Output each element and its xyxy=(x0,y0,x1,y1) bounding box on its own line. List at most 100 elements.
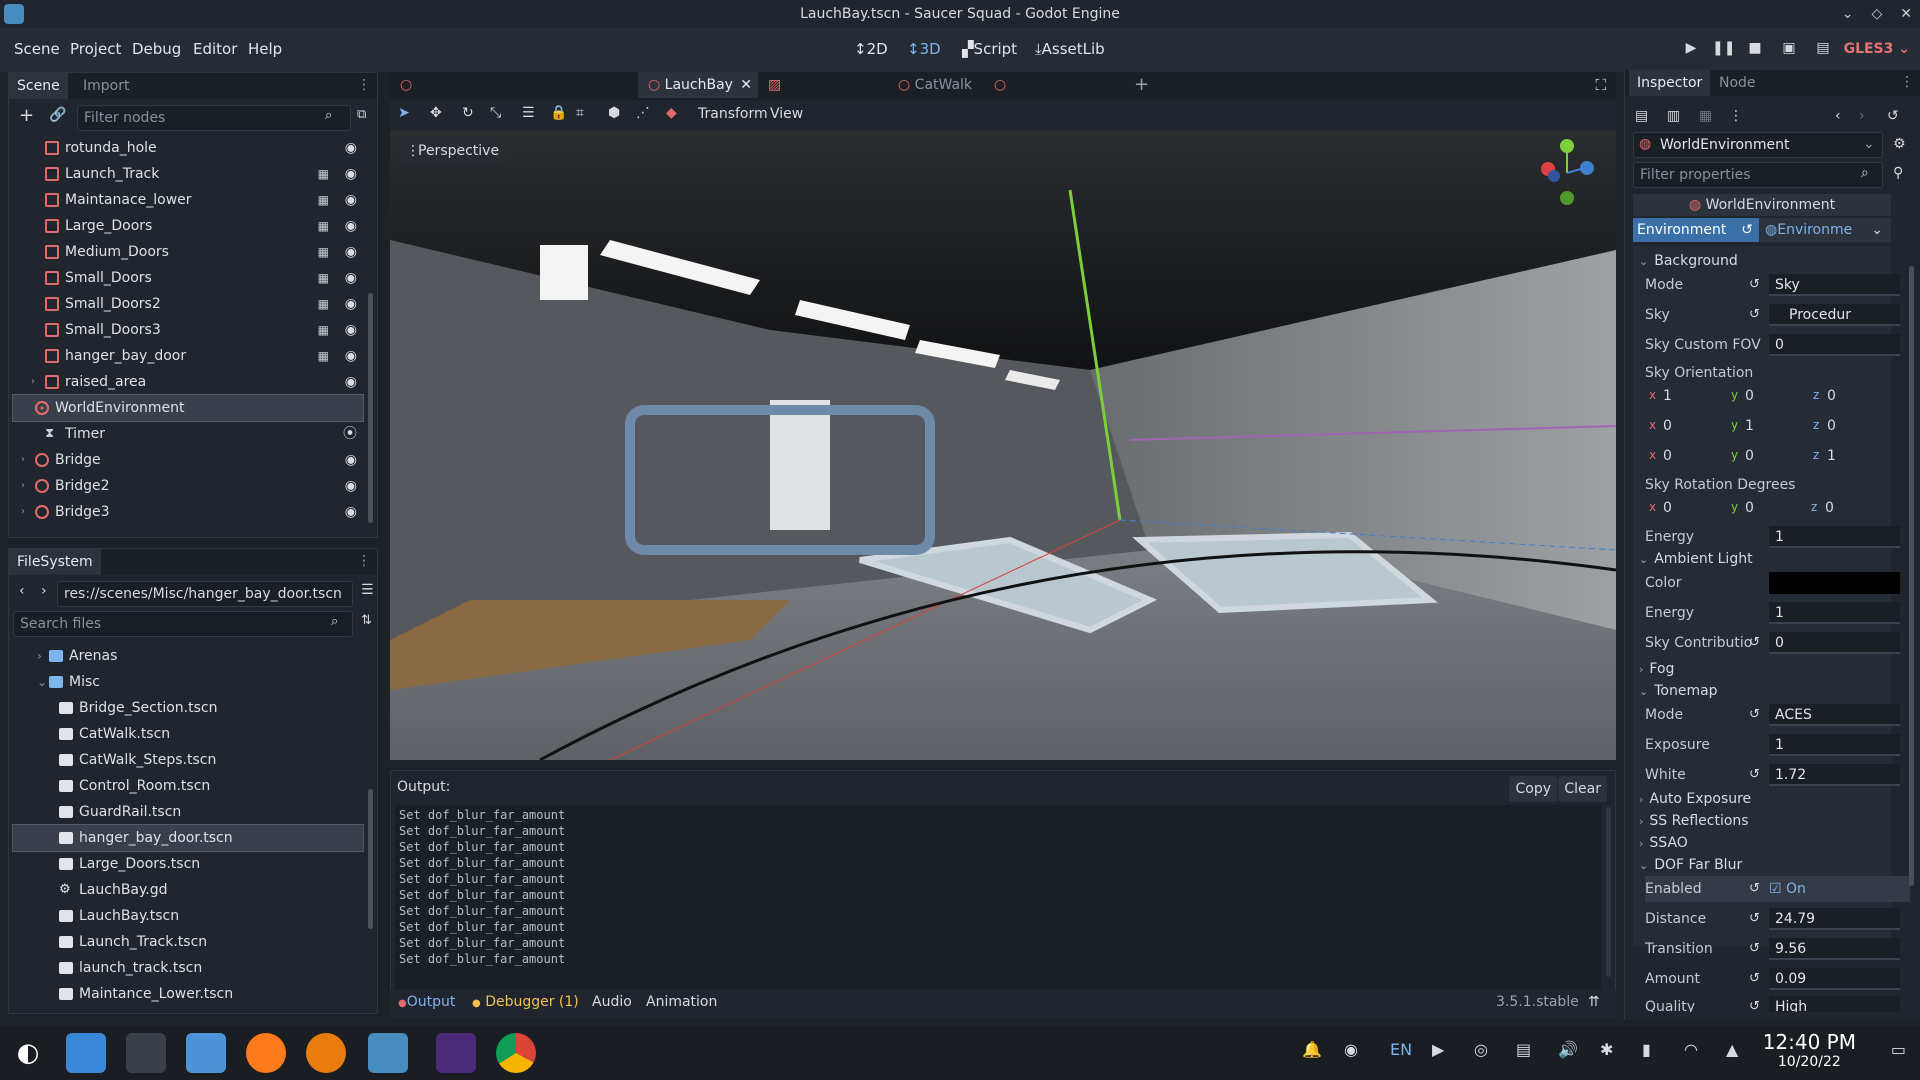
environment-property[interactable]: Environment ↺ xyxy=(1633,218,1759,242)
3d-viewport[interactable]: Perspective xyxy=(390,130,1616,760)
orientation-value[interactable]: 0 xyxy=(1663,448,1672,464)
menu-debug[interactable]: Debug xyxy=(132,40,181,58)
visibility-eye-icon[interactable]: ◉ xyxy=(345,317,357,343)
sky-rotation-vector[interactable]: x0 y0 z0 xyxy=(1645,496,1906,522)
editor-tab[interactable]: ○ CatWalk_Steps xyxy=(984,72,1108,119)
tab-scene[interactable]: Scene xyxy=(9,73,68,99)
select-tool-icon[interactable]: ➤ xyxy=(398,105,410,121)
section-ambient-light[interactable]: ⌄ Ambient Light xyxy=(1639,548,1910,570)
scale-tool-icon[interactable]: ⤡ xyxy=(490,105,501,121)
close-tab-icon[interactable]: ✕ xyxy=(740,72,752,98)
menu-help[interactable]: Help xyxy=(248,40,282,58)
scene-node[interactable]: › raised_area ◉ xyxy=(13,369,363,395)
play-icon[interactable]: ▶ xyxy=(1680,40,1702,62)
forward-icon[interactable]: › xyxy=(41,583,47,599)
menu-transform[interactable]: Transform xyxy=(698,106,768,122)
pin-panel-icon[interactable]: ⇈ xyxy=(1588,994,1600,1010)
prop-ambient-energy[interactable]: Energy 1 xyxy=(1645,600,1910,626)
file-item[interactable]: launch_track.tscn xyxy=(13,955,363,981)
open-scene-icon[interactable]: ▦ xyxy=(318,291,329,317)
save-resource-icon[interactable]: ▦ xyxy=(1699,108,1712,124)
section-tonemap[interactable]: ⌄ Tonemap xyxy=(1639,680,1910,702)
expand-arrow-icon[interactable]: › xyxy=(21,473,25,499)
scene-node[interactable]: › Bridge3 ◉ xyxy=(13,499,363,525)
expand-arrow-icon[interactable]: › xyxy=(21,499,25,525)
visibility-eye-icon[interactable]: ◉ xyxy=(345,369,357,395)
file-item[interactable]: Bridge_Section.tscn xyxy=(13,695,363,721)
distraction-free-icon[interactable]: ⛶ xyxy=(1595,76,1606,94)
copy-button[interactable]: Copy xyxy=(1509,776,1557,802)
orientation-row[interactable]: x1y0z0 xyxy=(1645,384,1906,410)
scene-node[interactable]: Large_Doors ▦ ◉ xyxy=(13,213,363,239)
output-scrollbar[interactable] xyxy=(1606,807,1611,977)
blender-icon[interactable] xyxy=(306,1033,346,1073)
prop-color[interactable]: Color xyxy=(1645,570,1910,596)
workspace-script[interactable]: ▞Script xyxy=(962,40,1017,58)
chrome-icon[interactable] xyxy=(496,1033,536,1073)
orientation-value[interactable]: 1 xyxy=(1827,448,1836,464)
scene-node[interactable]: Small_Doors ▦ ◉ xyxy=(13,265,363,291)
link-icon[interactable]: 🔗 xyxy=(49,107,66,123)
snap-icon[interactable]: ⋰ xyxy=(636,105,650,121)
prop-amount[interactable]: Amount ↺ 0.09 xyxy=(1645,966,1910,992)
fs-scrollbar[interactable] xyxy=(368,789,373,929)
instance-scene-icon[interactable]: ⧉ xyxy=(357,107,366,122)
show-desktop-icon[interactable]: ▭ xyxy=(1891,1040,1906,1059)
file-item[interactable]: Large_Doors.tscn xyxy=(13,851,363,877)
inspector-scrollbar[interactable] xyxy=(1909,266,1914,886)
file-item[interactable]: CatWalk.tscn xyxy=(13,721,363,747)
orientation-value[interactable]: 1 xyxy=(1745,418,1754,434)
scene-node[interactable]: Medium_Doors ▦ ◉ xyxy=(13,239,363,265)
section-background[interactable]: ⌄ Background xyxy=(1639,250,1910,272)
new-tab-icon[interactable]: + xyxy=(1134,74,1149,95)
tab-inspector[interactable]: Inspector xyxy=(1629,70,1711,96)
scene-node[interactable]: Small_Doors2 ▦ ◉ xyxy=(13,291,363,317)
history-icon[interactable]: ↺ xyxy=(1887,108,1899,124)
tab-node[interactable]: Node xyxy=(1711,70,1764,96)
back-icon[interactable]: ‹ xyxy=(19,583,25,599)
list-select-icon[interactable]: ☰ xyxy=(522,105,535,121)
tab-audio[interactable]: Audio xyxy=(592,994,632,1010)
resource-menu-icon[interactable]: ⋮ xyxy=(1729,108,1743,124)
section-ssao[interactable]: › SSAO xyxy=(1639,832,1910,854)
reset-icon[interactable]: ↺ xyxy=(1749,876,1760,902)
orientation-value[interactable]: 0 xyxy=(1827,388,1836,404)
group-icon[interactable]: ⌗ xyxy=(576,105,584,121)
file-item[interactable]: LauchBay.tscn xyxy=(13,903,363,929)
reset-icon[interactable]: ↺ xyxy=(1749,994,1760,1012)
prop-tonemap-mode[interactable]: Mode ↺ ACES xyxy=(1645,702,1910,728)
expand-arrow-icon[interactable]: ⌄ xyxy=(37,669,47,695)
move-tool-icon[interactable]: ✥ xyxy=(430,105,442,121)
expand-tray-icon[interactable]: ▲ xyxy=(1726,1040,1738,1059)
reset-icon[interactable]: ↺ xyxy=(1749,762,1760,788)
godot-icon[interactable] xyxy=(368,1033,408,1073)
rot-y-value[interactable]: 0 xyxy=(1745,500,1754,516)
menu-scene[interactable]: Scene xyxy=(14,40,60,58)
tab-output[interactable]: ●Output xyxy=(398,994,455,1010)
signal-icon[interactable]: ⦿ xyxy=(343,421,357,447)
visibility-eye-icon[interactable]: ◉ xyxy=(345,447,357,473)
stop-icon[interactable]: ■ xyxy=(1744,40,1766,62)
open-scene-icon[interactable]: ▦ xyxy=(318,213,329,239)
volume-icon[interactable]: 🔊 xyxy=(1558,1040,1578,1059)
scene-node[interactable]: rotunda_hole ◉ xyxy=(13,135,363,161)
dock-menu-icon[interactable]: ⋮ xyxy=(357,77,371,93)
discord-icon[interactable]: ◉ xyxy=(1344,1040,1358,1059)
notifications-icon[interactable]: 🔔 xyxy=(1302,1040,1322,1059)
menu-view[interactable]: View xyxy=(770,106,803,122)
scene-node[interactable]: › Bridge ◉ xyxy=(13,447,363,473)
file-manager-icon[interactable] xyxy=(186,1033,226,1073)
visibility-eye-icon[interactable]: ◉ xyxy=(345,499,357,525)
rot-x-value[interactable]: 0 xyxy=(1663,500,1672,516)
prop-energy[interactable]: Energy 1 xyxy=(1645,524,1910,550)
editor-tab[interactable]: ○ com_vagueentertainment_usfg xyxy=(390,72,638,119)
reset-icon[interactable]: ↺ xyxy=(1749,906,1760,932)
folder-item[interactable]: ⌄ Misc xyxy=(13,669,363,695)
orientation-value[interactable]: 0 xyxy=(1663,418,1672,434)
file-item[interactable]: Control_Room.tscn xyxy=(13,773,363,799)
app-icon[interactable] xyxy=(436,1033,476,1073)
fs-menu-icon[interactable]: ⋮ xyxy=(357,553,371,569)
reset-icon[interactable]: ↺ xyxy=(1749,702,1760,728)
scene-node[interactable]: WorldEnvironment xyxy=(12,394,364,422)
pause-icon[interactable]: ❚❚ xyxy=(1712,40,1735,62)
